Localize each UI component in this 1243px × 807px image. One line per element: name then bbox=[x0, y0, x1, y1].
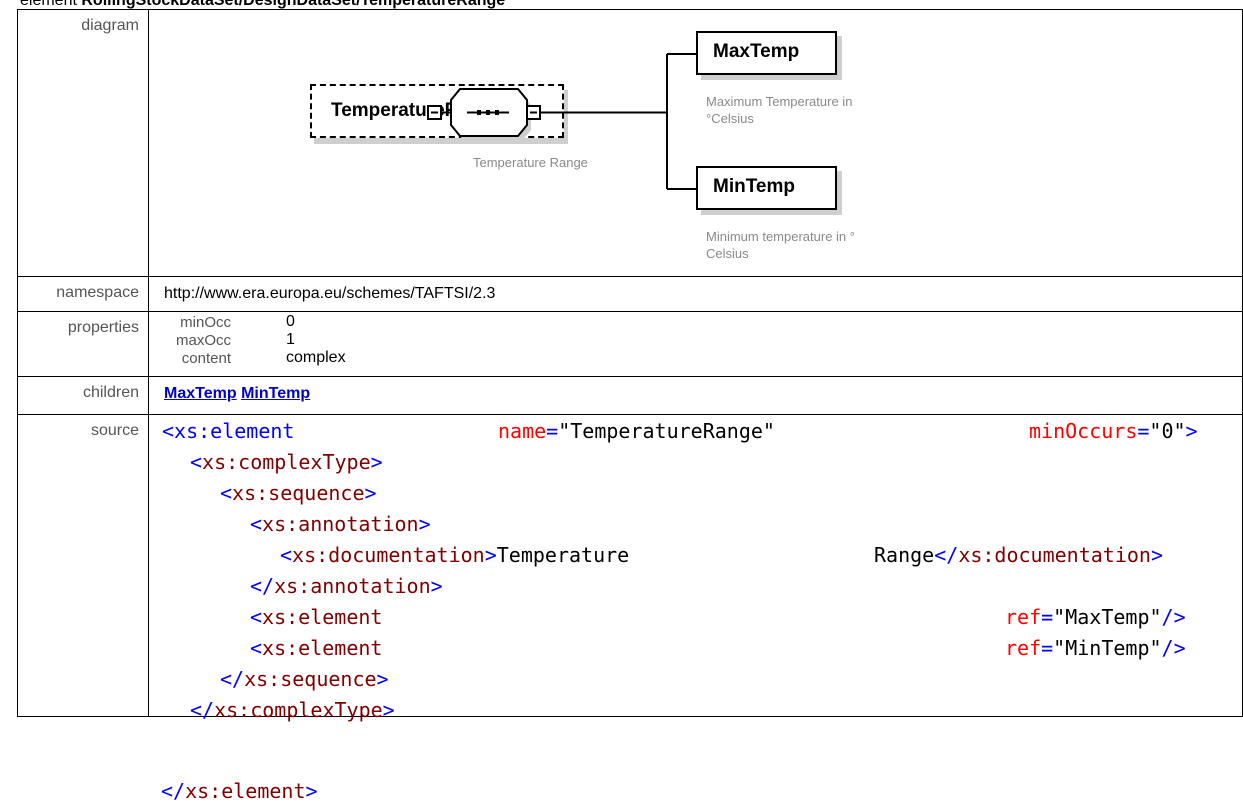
children-label: children bbox=[17, 376, 149, 415]
property-key: maxOcc bbox=[175, 332, 231, 349]
schema-diagram: TemperatureRange Temperature Range MaxTe… bbox=[149, 10, 1242, 276]
children-row: children MaxTemp MinTemp bbox=[17, 376, 1243, 415]
heading-prefix: element bbox=[20, 0, 82, 9]
maxtemp-documentation: Maximum Temperature in °Celsius bbox=[706, 93, 852, 127]
source-line: </xs:sequence> bbox=[220, 667, 389, 691]
source-line: <xs:element bbox=[250, 636, 383, 660]
source-line: minOccurs="0"> bbox=[1029, 419, 1198, 443]
mintemp-documentation: Minimum temperature in ° Celsius bbox=[706, 228, 855, 262]
sequence-dot-1 bbox=[477, 110, 481, 115]
source-line: <xs:sequence> bbox=[220, 481, 377, 505]
source-label: source bbox=[17, 414, 149, 717]
maxtemp-doc-line2: °Celsius bbox=[706, 111, 754, 126]
source-line: </xs:complexType> bbox=[190, 698, 395, 722]
sequence-dot-2 bbox=[486, 110, 490, 115]
element-doc-table: diagram TemperatureRange Temperature Ran… bbox=[17, 9, 1243, 722]
namespace-label: namespace bbox=[17, 276, 149, 312]
source-line: name="TemperatureRange" bbox=[498, 419, 775, 443]
source-code: <xs:element name="TemperatureRange" minO… bbox=[149, 415, 1242, 722]
mintemp-doc-line1: Minimum temperature in ° bbox=[706, 229, 855, 244]
mintemp-doc-line2: Celsius bbox=[706, 246, 749, 261]
source-line: <xs:documentation>Temperature bbox=[280, 543, 630, 567]
sequence-dot-3 bbox=[495, 110, 499, 115]
property-value: 1 bbox=[286, 331, 295, 348]
property-value: complex bbox=[286, 349, 346, 366]
diagram-label: diagram bbox=[17, 9, 149, 277]
maxtemp-element-label: MaxTemp bbox=[713, 41, 800, 62]
properties-table: minOcc 0 maxOcc 1 content complex bbox=[149, 312, 1242, 376]
child-link-maxtemp[interactable]: MaxTemp bbox=[164, 385, 237, 402]
source-line: <xs:complexType> bbox=[190, 450, 383, 474]
properties-row: properties minOcc 0 maxOcc 1 content com… bbox=[17, 311, 1243, 377]
child-link-mintemp[interactable]: MinTemp bbox=[241, 385, 310, 402]
namespace-row: namespace http://www.era.europa.eu/schem… bbox=[17, 276, 1243, 312]
source-line: ref="MinTemp"/> bbox=[1005, 636, 1186, 660]
property-value: 0 bbox=[286, 313, 295, 330]
source-line: ref="MaxTemp"/> bbox=[1005, 605, 1186, 629]
source-line: </xs:annotation> bbox=[250, 574, 443, 598]
diagram-row: diagram TemperatureRange Temperature Ran… bbox=[17, 9, 1243, 277]
mintemp-element-label: MinTemp bbox=[713, 176, 795, 197]
maxtemp-doc-line1: Maximum Temperature in bbox=[706, 94, 853, 109]
properties-label: properties bbox=[17, 311, 149, 377]
heading-path: RollingStockDataSet/DesignDataSet/Temper… bbox=[81, 0, 506, 9]
source-row: source <xs:element name="TemperatureRang… bbox=[17, 414, 1243, 722]
property-key: minOcc bbox=[180, 314, 231, 331]
namespace-value: http://www.era.europa.eu/schemes/TAFTSI/… bbox=[148, 276, 1243, 312]
source-line: <xs:element bbox=[162, 419, 295, 443]
source-line: <xs:element bbox=[250, 605, 383, 629]
source-line-closing: </xs:element> bbox=[161, 779, 318, 803]
property-key: content bbox=[181, 350, 231, 367]
sequence-documentation: Temperature Range bbox=[473, 155, 588, 170]
source-line: Range</xs:documentation> bbox=[874, 543, 1164, 567]
source-line: <xs:annotation> bbox=[250, 512, 431, 536]
